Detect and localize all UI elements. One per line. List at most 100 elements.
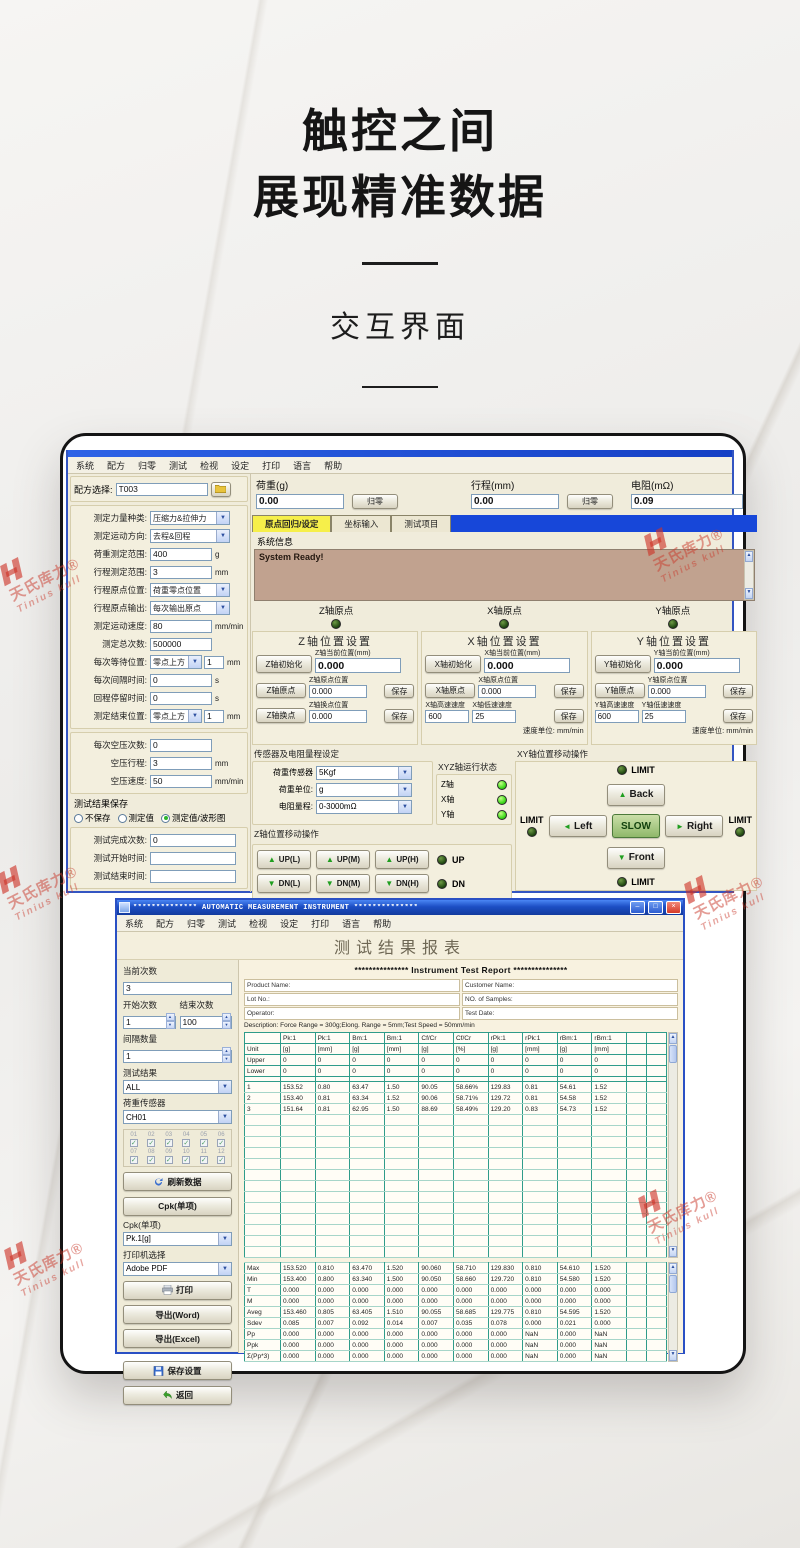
scroll-up-icon[interactable]: ▲ [669,1263,677,1274]
menu-item-6[interactable]: 设定 [231,459,249,472]
refresh-data-button[interactable]: 刷新数据 [123,1172,232,1191]
channel-checkbox[interactable]: ✓ [165,1139,173,1147]
scrollbar-thumb[interactable] [669,1275,677,1293]
menu-item-8[interactable]: 语言 [293,459,311,472]
radio-button[interactable] [161,814,170,823]
save-option[interactable]: 测定值 [118,812,155,824]
recipe-input[interactable] [116,483,208,496]
sensor-select[interactable]: g▼ [316,783,412,797]
save-settings-button[interactable]: 保存设置 [123,1361,232,1380]
sensor-select[interactable]: 5Kgf▼ [316,766,412,780]
close-button[interactable]: × [666,901,681,914]
radio-button[interactable] [118,814,127,823]
menu-item-9[interactable]: 帮助 [324,459,342,472]
menu-item-4[interactable]: 测试 [169,459,187,472]
axis-switch-button[interactable]: Z轴换点 [256,708,306,723]
axis-init-button[interactable]: Y轴初始化 [595,655,651,673]
axis-value-input[interactable] [309,685,367,698]
spin-up-icon[interactable]: ▲ [222,1047,231,1055]
field-input[interactable] [150,739,212,752]
menu-item-8[interactable]: 语言 [342,917,360,930]
spin-up-icon[interactable]: ▲ [166,1013,175,1021]
report-info-field[interactable]: Customer Name: [462,979,678,992]
axis-value-input[interactable] [425,710,469,723]
z-up-button[interactable]: ▲UP(M) [316,850,370,869]
menu-item-1[interactable]: 系统 [76,459,94,472]
field-input[interactable] [150,870,236,883]
spin-up-icon[interactable]: ▲ [222,1013,231,1021]
menu-item-7[interactable]: 打印 [262,459,280,472]
export-word-button[interactable]: 导出(Word) [123,1305,232,1324]
save-button[interactable]: 保存 [384,709,414,723]
interval-input[interactable] [123,1050,232,1063]
channel-checkbox[interactable]: ✓ [130,1156,138,1164]
field-input-secondary[interactable] [204,656,224,669]
save-button[interactable]: 保存 [384,684,414,698]
channel-checkbox[interactable]: ✓ [217,1156,225,1164]
menu-item-5[interactable]: 检视 [249,917,267,930]
scroll-up-icon[interactable]: ▲ [745,551,753,562]
zero-button[interactable]: 归零 [352,494,398,509]
field-input[interactable] [150,692,212,705]
export-excel-button[interactable]: 导出(Excel) [123,1329,232,1348]
menu-item-5[interactable]: 检视 [200,459,218,472]
field-input[interactable] [150,620,212,633]
open-recipe-button[interactable] [211,482,231,497]
current-count-input[interactable] [123,982,232,995]
zero-button[interactable]: 归零 [567,494,613,509]
minimize-button[interactable]: – [630,901,645,914]
field-input-secondary[interactable] [204,710,224,723]
field-select[interactable]: 零点上方▼ [150,655,202,669]
field-input[interactable] [150,638,212,651]
field-input[interactable] [150,757,212,770]
sensor-select[interactable]: 0-3000mΩ▼ [316,800,412,814]
axis-init-button[interactable]: X轴初始化 [425,655,481,673]
axis-origin-button[interactable]: Y轴原点 [595,683,645,698]
menu-item-6[interactable]: 设定 [280,917,298,930]
save-option[interactable]: 测定值/波形图 [161,812,225,824]
spinner-buttons[interactable]: ▲▼ [222,1047,231,1063]
save-button[interactable]: 保存 [723,684,753,698]
sensor-select[interactable]: CH01 ▼ [123,1110,232,1124]
printer-select[interactable]: Adobe PDF ▼ [123,1262,232,1276]
channel-checkbox[interactable]: ✓ [165,1156,173,1164]
axis-value-input[interactable] [309,710,367,723]
axis-value-input[interactable] [478,685,536,698]
field-input[interactable] [150,566,212,579]
result-filter-select[interactable]: ALL ▼ [123,1080,232,1094]
tab-1[interactable]: 原点回归/设定 [252,515,331,532]
move-back-button[interactable]: ▲ Back [607,784,665,806]
end-count-spinner[interactable]: ▲▼ [180,1012,233,1030]
tab-3[interactable]: 测试项目 [391,515,451,532]
report-info-field[interactable]: NO. of Samples: [462,993,678,1006]
field-input[interactable] [150,548,212,561]
save-button[interactable]: 保存 [723,709,753,723]
move-left-button[interactable]: ◄ Left [549,815,607,837]
z-dn-button[interactable]: ▼DN(H) [375,874,429,893]
report-table-scrollbar[interactable]: ▲ ▼ [668,1032,678,1258]
scroll-down-icon[interactable]: ▼ [669,1246,677,1257]
return-button[interactable]: 返回 [123,1386,232,1405]
z-dn-button[interactable]: ▼DN(L) [257,874,311,893]
tab-2[interactable]: 坐标输入 [331,515,391,532]
channel-checkbox[interactable]: ✓ [182,1156,190,1164]
radio-button[interactable] [74,814,83,823]
report-info-field[interactable]: Operator: [244,1007,460,1020]
z-up-button[interactable]: ▲UP(H) [375,850,429,869]
menu-item-4[interactable]: 测试 [218,917,236,930]
cpk-select[interactable]: Pk.1[g] ▼ [123,1232,232,1246]
save-button[interactable]: 保存 [554,684,584,698]
field-select[interactable]: 压缩力&拉伸力▼ [150,511,230,525]
menu-item-2[interactable]: 配方 [107,459,125,472]
menu-item-7[interactable]: 打印 [311,917,329,930]
axis-origin-button[interactable]: Z轴原点 [256,683,306,698]
scroll-down-icon[interactable]: ▼ [745,588,753,599]
menu-item-2[interactable]: 配方 [156,917,174,930]
channel-checkbox[interactable]: ✓ [217,1139,225,1147]
z-dn-button[interactable]: ▼DN(M) [316,874,370,893]
slow-button[interactable]: SLOW [612,814,660,838]
spin-down-icon[interactable]: ▼ [166,1021,175,1029]
stats-table-scrollbar[interactable]: ▲ ▼ [668,1262,678,1362]
menu-item-3[interactable]: 归零 [138,459,156,472]
spinner-buttons[interactable]: ▲▼ [222,1013,231,1029]
